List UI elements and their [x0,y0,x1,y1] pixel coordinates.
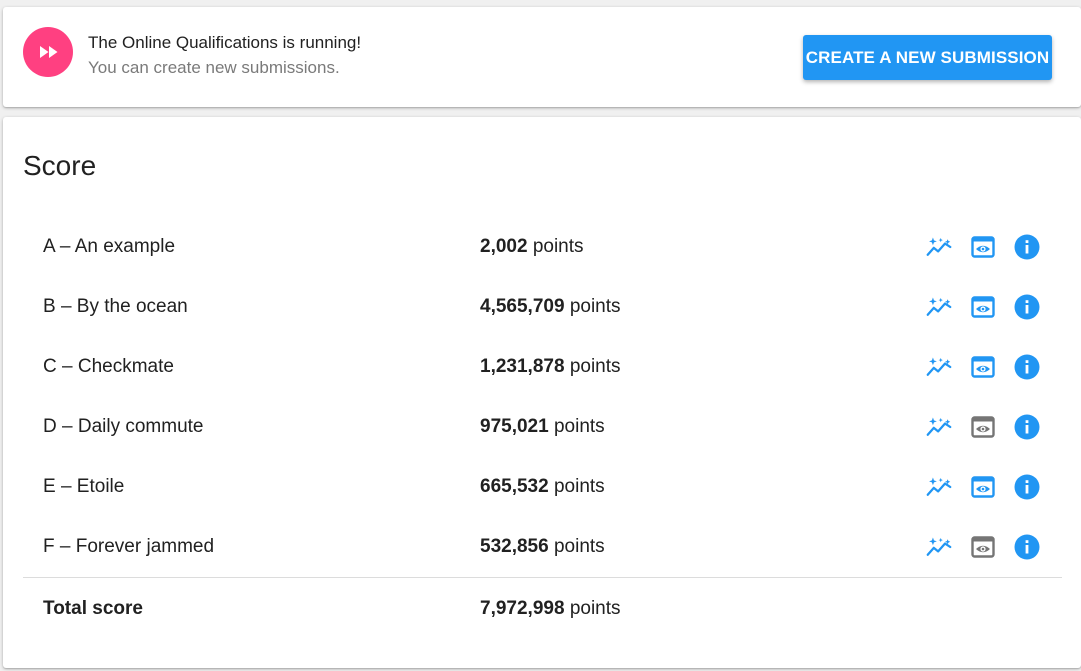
preview-icon[interactable] [970,534,996,560]
problem-name: F – Forever jammed [43,536,215,557]
preview-icon[interactable] [970,234,996,260]
auto-graph-icon[interactable] [926,534,952,560]
score-row: D – Daily commute 975,021 points [23,397,1062,457]
info-icon[interactable] [1014,534,1040,560]
points-value: 4,565,709 [480,296,565,317]
points-value: 532,856 [480,536,549,557]
score-row: C – Checkmate 1,231,878 points [23,337,1062,397]
row-actions [926,474,1040,500]
problem-name: D – Daily commute [43,416,204,437]
problem-name: B – By the ocean [43,296,188,317]
row-actions [926,294,1040,320]
problem-name: C – Checkmate [43,356,174,377]
total-points-value: 7,972,998 [480,598,565,619]
problem-score: 532,856 points [480,536,605,558]
auto-graph-icon[interactable] [926,354,952,380]
row-actions [926,234,1040,260]
status-banner: The Online Qualifications is running! Yo… [3,7,1081,107]
row-actions [926,534,1040,560]
problem-name: A – An example [43,236,176,257]
score-card: Score A – An example 2,002 points B – By t… [3,117,1081,668]
points-unit: points [553,536,605,557]
problem-score: 2,002 points [480,236,584,258]
total-row: Total score 7,972,998 points [23,578,1062,638]
points-unit: points [553,476,605,497]
row-actions [926,354,1040,380]
preview-icon[interactable] [970,354,996,380]
preview-icon[interactable] [970,474,996,500]
preview-icon[interactable] [970,294,996,320]
auto-graph-icon[interactable] [926,294,952,320]
problem-score: 975,021 points [480,416,605,438]
points-value: 665,532 [480,476,549,497]
info-icon[interactable] [1014,414,1040,440]
points-unit: points [569,296,621,317]
row-actions [926,414,1040,440]
problem-score: 665,532 points [480,476,605,498]
problem-score: 4,565,709 points [480,296,621,318]
points-value: 1,231,878 [480,356,565,377]
info-icon[interactable] [1014,294,1040,320]
points-value: 975,021 [480,416,549,437]
banner-subtitle: You can create new submissions. [88,58,340,77]
score-row: E – Etoile 665,532 points [23,457,1062,517]
score-table: A – An example 2,002 points B – By the oce… [23,217,1062,638]
problem-name: E – Etoile [43,476,125,497]
auto-graph-icon[interactable] [926,414,952,440]
score-title: Score [23,150,97,181]
points-unit: points [569,356,621,377]
create-submission-button[interactable]: CREATE A NEW SUBMISSION [803,35,1052,80]
score-row: A – An example 2,002 points [23,217,1062,277]
fast-forward-icon [23,27,73,77]
total-score: 7,972,998 points [480,598,621,620]
banner-title: The Online Qualifications is running! [88,33,362,52]
preview-icon[interactable] [970,414,996,440]
points-unit: points [569,598,621,619]
points-unit: points [553,416,605,437]
total-label: Total score [43,598,143,619]
info-icon[interactable] [1014,474,1040,500]
points-unit: points [532,236,584,257]
info-icon[interactable] [1014,234,1040,260]
auto-graph-icon[interactable] [926,234,952,260]
auto-graph-icon[interactable] [926,474,952,500]
problem-score: 1,231,878 points [480,356,621,378]
points-value: 2,002 [480,236,528,257]
info-icon[interactable] [1014,354,1040,380]
score-row: F – Forever jammed 532,856 points [23,517,1062,577]
score-row: B – By the ocean 4,565,709 points [23,277,1062,337]
